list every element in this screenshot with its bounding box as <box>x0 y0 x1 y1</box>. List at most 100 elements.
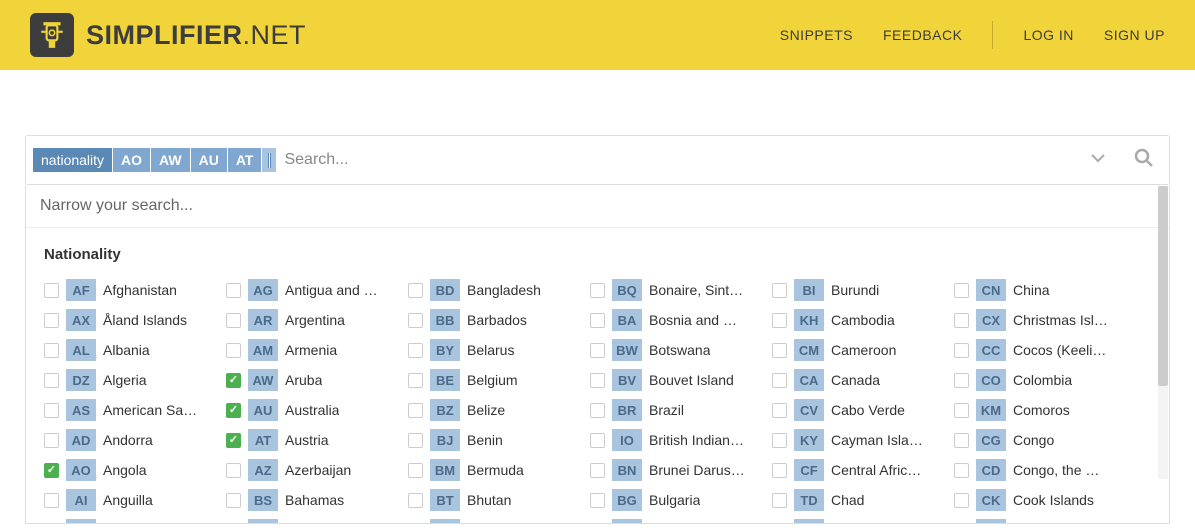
checkbox[interactable] <box>772 283 787 298</box>
facet-item[interactable]: CDCongo, the Dem... <box>954 455 1136 485</box>
checkbox[interactable] <box>590 433 605 448</box>
facet-item[interactable]: CLChile <box>772 515 954 523</box>
facet-item[interactable]: KHCambodia <box>772 305 954 335</box>
facet-item[interactable]: BZBelize <box>408 395 590 425</box>
checkbox[interactable] <box>954 403 969 418</box>
search-icon[interactable] <box>1134 148 1154 173</box>
checkbox[interactable] <box>590 493 605 508</box>
facet-item[interactable]: BRBrazil <box>590 395 772 425</box>
facet-item[interactable]: TDChad <box>772 485 954 515</box>
facet-item[interactable]: BTBhutan <box>408 485 590 515</box>
facet-item[interactable]: BMBermuda <box>408 455 590 485</box>
chip-category[interactable]: nationality <box>33 148 112 172</box>
checkbox[interactable] <box>44 493 59 508</box>
facet-item[interactable]: BGBulgaria <box>590 485 772 515</box>
facet-item[interactable]: BABosnia and Her... <box>590 305 772 335</box>
checkbox[interactable] <box>772 493 787 508</box>
facet-item[interactable]: AIAnguilla <box>44 485 226 515</box>
checkbox[interactable] <box>954 493 969 508</box>
facet-item[interactable]: AFAfghanistan <box>44 275 226 305</box>
checkbox[interactable] <box>226 463 241 478</box>
checkbox[interactable] <box>226 373 241 388</box>
checkbox[interactable] <box>226 313 241 328</box>
facet-item[interactable]: KYCayman Islands <box>772 425 954 455</box>
facet-item[interactable]: BYBelarus <box>408 335 590 365</box>
facet-item[interactable]: CGCongo <box>954 425 1136 455</box>
checkbox[interactable] <box>590 343 605 358</box>
checkbox[interactable] <box>408 433 423 448</box>
facet-item[interactable]: BEBelgium <box>408 365 590 395</box>
facet-item[interactable]: CMCameroon <box>772 335 954 365</box>
facet-item[interactable]: COColombia <box>954 365 1136 395</box>
checkbox[interactable] <box>408 463 423 478</box>
facet-item[interactable]: AQAntarctica <box>44 515 226 523</box>
checkbox[interactable] <box>954 463 969 478</box>
checkbox[interactable] <box>590 463 605 478</box>
chip-value[interactable]: AW <box>151 148 190 172</box>
facet-item[interactable]: CXChristmas Island <box>954 305 1136 335</box>
facet-item[interactable]: CFCentral African ... <box>772 455 954 485</box>
checkbox[interactable] <box>408 493 423 508</box>
facet-item[interactable]: AGAntigua and Bar... <box>226 275 408 305</box>
scroll-thumb[interactable] <box>1158 186 1168 386</box>
checkbox[interactable] <box>226 343 241 358</box>
checkbox[interactable] <box>408 373 423 388</box>
checkbox[interactable] <box>226 433 241 448</box>
checkbox[interactable] <box>44 373 59 388</box>
facet-item[interactable]: CVCabo Verde <box>772 395 954 425</box>
checkbox[interactable] <box>226 493 241 508</box>
checkbox[interactable] <box>408 523 423 524</box>
nav-feedback[interactable]: FEEDBACK <box>883 27 962 43</box>
checkbox[interactable] <box>408 403 423 418</box>
facet-item[interactable]: AXÅland Islands <box>44 305 226 335</box>
facet-item[interactable]: BVBouvet Island <box>590 365 772 395</box>
checkbox[interactable] <box>772 343 787 358</box>
facet-item[interactable]: ADAndorra <box>44 425 226 455</box>
facet-item[interactable]: BDBangladesh <box>408 275 590 305</box>
checkbox[interactable] <box>954 283 969 298</box>
checkbox[interactable] <box>954 343 969 358</box>
checkbox[interactable] <box>590 313 605 328</box>
checkbox[interactable] <box>44 463 59 478</box>
facet-item[interactable]: BNBrunei Darussal... <box>590 455 772 485</box>
chip-value[interactable]: AU <box>191 148 227 172</box>
checkbox[interactable] <box>44 313 59 328</box>
facet-item[interactable]: KMComoros <box>954 395 1136 425</box>
checkbox[interactable] <box>44 523 59 524</box>
checkbox[interactable] <box>772 433 787 448</box>
checkbox[interactable] <box>954 433 969 448</box>
facet-item[interactable]: BSBahamas <box>226 485 408 515</box>
facet-item[interactable]: DZAlgeria <box>44 365 226 395</box>
facet-item[interactable]: BHBahrain <box>226 515 408 523</box>
facet-item[interactable]: ATAustria <box>226 425 408 455</box>
checkbox[interactable] <box>954 313 969 328</box>
checkbox[interactable] <box>590 403 605 418</box>
checkbox[interactable] <box>772 373 787 388</box>
nav-login[interactable]: LOG IN <box>1023 27 1073 43</box>
facet-item[interactable]: CNChina <box>954 275 1136 305</box>
checkbox[interactable] <box>226 283 241 298</box>
facet-item[interactable]: CRCosta Rica <box>954 515 1136 523</box>
checkbox[interactable] <box>954 373 969 388</box>
checkbox[interactable] <box>408 313 423 328</box>
facet-item[interactable]: CACanada <box>772 365 954 395</box>
checkbox[interactable] <box>772 313 787 328</box>
chip-value[interactable]: AT <box>228 148 262 172</box>
facet-item[interactable]: ASAmerican Samoa <box>44 395 226 425</box>
checkbox[interactable] <box>44 343 59 358</box>
checkbox[interactable] <box>772 403 787 418</box>
checkbox[interactable] <box>44 433 59 448</box>
search-input[interactable] <box>284 145 1082 175</box>
facet-item[interactable]: AWAruba <box>226 365 408 395</box>
chip-value[interactable]: AO <box>113 148 150 172</box>
facet-item[interactable]: AMArmenia <box>226 335 408 365</box>
checkbox[interactable] <box>408 343 423 358</box>
checkbox[interactable] <box>226 523 241 524</box>
facet-item[interactable]: BFBurkina Faso <box>590 515 772 523</box>
chip-caret[interactable] <box>262 148 276 172</box>
facet-item[interactable]: CKCook Islands <box>954 485 1136 515</box>
facet-item[interactable]: BBBarbados <box>408 305 590 335</box>
chevron-down-icon[interactable] <box>1090 150 1106 171</box>
facet-item[interactable]: ARArgentina <box>226 305 408 335</box>
checkbox[interactable] <box>590 373 605 388</box>
